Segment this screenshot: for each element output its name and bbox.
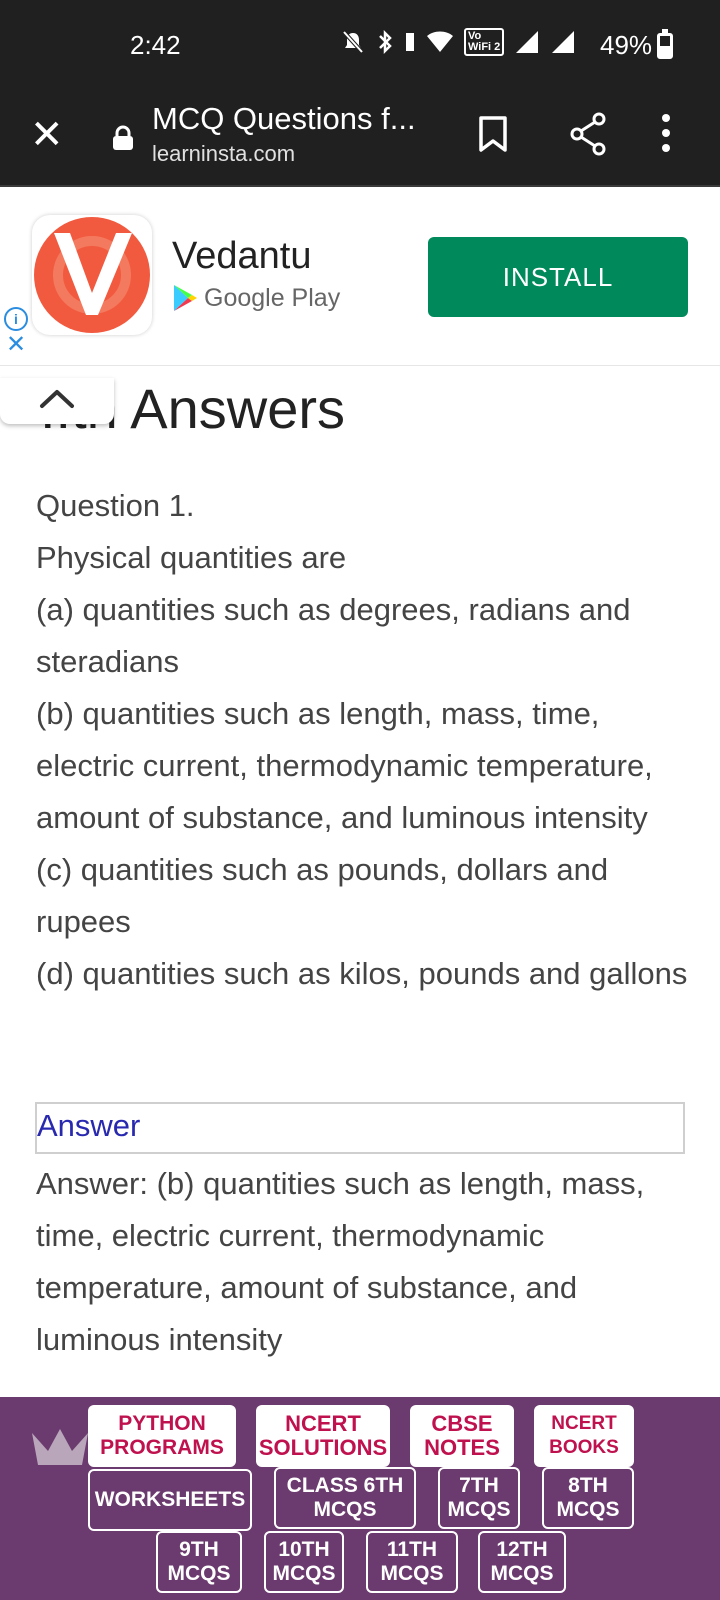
chevron-up-icon xyxy=(40,390,74,408)
crown-icon xyxy=(32,1429,88,1465)
worksheets-link[interactable]: WORKSHEETS xyxy=(88,1469,252,1531)
lock-icon[interactable] xyxy=(112,125,134,151)
google-play-icon xyxy=(174,285,197,311)
signal-icon-1 xyxy=(516,31,539,53)
browser-toolbar: ✕ MCQ Questions f... learninsta.com xyxy=(0,95,720,187)
bookmark-icon[interactable] xyxy=(478,115,508,155)
ad-store: Google Play xyxy=(172,283,340,313)
class-10th-mcqs-link[interactable]: 10TH MCQS xyxy=(264,1531,344,1593)
cbse-notes-link[interactable]: CBSE NOTES xyxy=(410,1405,514,1467)
footer-nav: PYTHON PROGRAMS NCERT SOLUTIONS CBSE NOTES … xyxy=(0,1397,720,1600)
ncert-books-link[interactable]: NCERT BOOKS xyxy=(534,1405,634,1467)
answer-text: Answer: (b) quantities such as length, m… xyxy=(36,1166,645,1357)
battery-icon xyxy=(657,29,673,59)
ad-info-icon[interactable]: i xyxy=(4,307,28,331)
option-c: (c) quantities such as pounds, dollars a… xyxy=(36,852,609,939)
vibrate-icon xyxy=(406,33,414,51)
class-9th-mcqs-link[interactable]: 9TH MCQS xyxy=(156,1531,242,1593)
bluetooth-icon xyxy=(379,29,392,55)
class-11th-mcqs-link[interactable]: 11TH MCQS xyxy=(366,1531,458,1593)
more-options-icon[interactable] xyxy=(660,113,672,153)
ad-banner[interactable]: Vedantu Google Play INSTALL i ✕ xyxy=(0,187,720,366)
wifi-icon xyxy=(427,31,453,52)
option-d: (d) quantities such as kilos, pounds and… xyxy=(36,956,688,991)
option-a: (a) quantities such as degrees, radians … xyxy=(36,592,631,679)
install-button[interactable]: INSTALL xyxy=(428,237,688,317)
class-12th-mcqs-link[interactable]: 12TH MCQS xyxy=(478,1531,566,1593)
mute-icon xyxy=(342,30,364,54)
vowifi-icon: Vo WiFi 2 xyxy=(464,28,505,56)
class-7th-mcqs-link[interactable]: 7TH MCQS xyxy=(438,1467,520,1529)
answer-toggle[interactable]: Answer xyxy=(35,1102,685,1154)
share-icon[interactable] xyxy=(568,111,608,157)
ad-store-name: Google Play xyxy=(204,283,341,312)
class-6th-mcqs-link[interactable]: CLASS 6TH MCQS xyxy=(274,1467,416,1529)
vedantu-logo[interactable] xyxy=(32,215,152,335)
status-time: 2:42 xyxy=(130,30,181,60)
battery-percent: 49% xyxy=(600,30,653,60)
collapse-ad-button[interactable] xyxy=(0,378,114,424)
question-label: Question 1. xyxy=(36,488,195,523)
answer-toggle-label[interactable]: Answer xyxy=(37,1108,140,1144)
python-programs-link[interactable]: PYTHON PROGRAMS xyxy=(88,1405,236,1467)
signal-icon-2 xyxy=(552,31,575,53)
ncert-solutions-link[interactable]: NCERT SOLUTIONS xyxy=(256,1405,390,1467)
status-icons: Vo WiFi 2 xyxy=(340,28,576,56)
question-text: Physical quantities are xyxy=(36,540,347,575)
option-b: (b) quantities such as length, mass, tim… xyxy=(36,696,653,835)
page-url[interactable]: learninsta.com xyxy=(152,141,295,167)
close-icon[interactable]: ✕ xyxy=(30,115,64,155)
ad-app-name[interactable]: Vedantu xyxy=(172,235,311,278)
status-bar: 2:42 Vo WiFi 2 49% xyxy=(0,0,720,95)
class-8th-mcqs-link[interactable]: 8TH MCQS xyxy=(542,1467,634,1529)
page-title[interactable]: MCQ Questions f... xyxy=(152,101,416,137)
question-block: Question 1. Physical quantities are (a) … xyxy=(36,480,696,1000)
ad-close-icon[interactable]: ✕ xyxy=(6,333,26,357)
